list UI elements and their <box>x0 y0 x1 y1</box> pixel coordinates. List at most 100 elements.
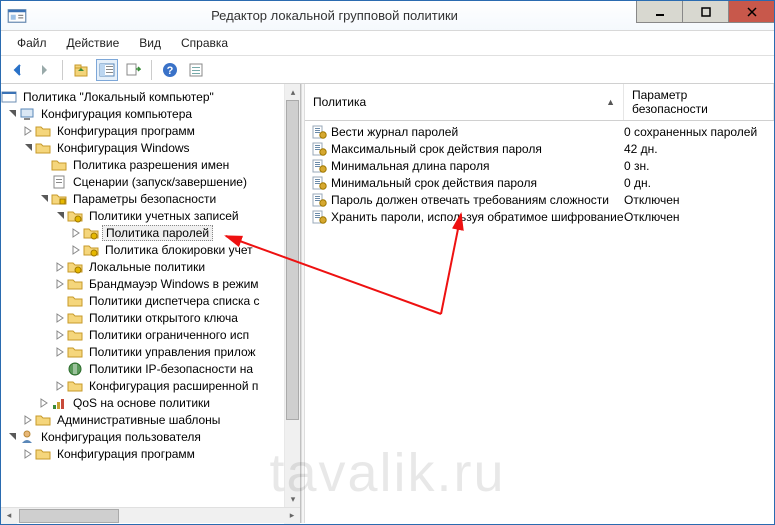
expander-icon[interactable] <box>37 396 51 410</box>
tree-label: Конфигурация Windows <box>54 141 193 155</box>
tree-label: Конфигурация компьютера <box>38 107 195 121</box>
cell-policy-name: Минимальная длина пароля <box>331 159 624 173</box>
tree-item-root[interactable]: Политика "Локальный компьютер" <box>1 88 284 105</box>
show-hide-tree-button[interactable] <box>96 59 118 81</box>
policy-item-icon <box>311 158 327 174</box>
menu-action[interactable]: Действие <box>57 34 130 52</box>
expander-icon[interactable] <box>37 192 51 206</box>
menu-file[interactable]: Файл <box>7 34 57 52</box>
column-header-param[interactable]: Параметр безопасности <box>624 84 774 120</box>
tree-item-restricted[interactable]: Политики ограниченного исп <box>1 326 284 343</box>
tree-label: Политика блокировки учет <box>102 243 256 257</box>
properties-button[interactable] <box>185 59 207 81</box>
tree-item-scripts[interactable]: Сценарии (запуск/завершение) <box>1 173 284 190</box>
tree-vertical-scrollbar[interactable]: ▴ ▾ <box>284 84 300 507</box>
cell-policy-name: Максимальный срок действия пароля <box>331 142 624 156</box>
toolbar-separator <box>151 60 152 80</box>
tree-item-qos[interactable]: QoS на основе политики <box>1 394 284 411</box>
policy-folder-icon <box>67 259 83 275</box>
tree-item-windows-config[interactable]: Конфигурация Windows <box>1 139 284 156</box>
expander-icon[interactable] <box>21 413 35 427</box>
user-icon <box>19 429 35 445</box>
column-header-policy[interactable]: Политика ▲ <box>305 84 624 120</box>
list-body[interactable]: Вести журнал паролей0 сохраненных пароле… <box>305 121 774 523</box>
tree-item-account-policies[interactable]: Политики учетных записей <box>1 207 284 224</box>
expander-icon[interactable] <box>21 141 35 155</box>
toolbar: ? <box>1 56 774 84</box>
list-row[interactable]: Хранить пароли, используя обратимое шифр… <box>305 208 774 225</box>
tree-item-name-res[interactable]: Политика разрешения имен <box>1 156 284 173</box>
expander-icon[interactable] <box>69 226 83 240</box>
expander-icon[interactable] <box>69 243 83 257</box>
ipsec-icon <box>67 361 83 377</box>
list-row[interactable]: Минимальный срок действия пароля0 дн. <box>305 174 774 191</box>
cell-policy-value: Отключен <box>624 193 768 207</box>
list-row[interactable]: Вести журнал паролей0 сохраненных пароле… <box>305 123 774 140</box>
menu-help[interactable]: Справка <box>171 34 238 52</box>
expander-icon[interactable] <box>53 209 67 223</box>
expander-icon[interactable] <box>5 107 19 121</box>
cell-policy-value: 42 дн. <box>624 142 768 156</box>
tree-item-firewall[interactable]: Брандмауэр Windows в режим <box>1 275 284 292</box>
forward-button[interactable] <box>33 59 55 81</box>
policy-item-icon <box>311 192 327 208</box>
folder-icon <box>35 123 51 139</box>
expander-icon[interactable] <box>53 345 67 359</box>
tree-item-advanced-audit[interactable]: Конфигурация расширенной п <box>1 377 284 394</box>
menu-view[interactable]: Вид <box>129 34 171 52</box>
tree-label: Политики открытого ключа <box>86 311 241 325</box>
minimize-button[interactable] <box>636 1 682 23</box>
tree-item-admin-templates[interactable]: Административные шаблоны <box>1 411 284 428</box>
tree-item-security-settings[interactable]: Параметры безопасности <box>1 190 284 207</box>
expander-icon[interactable] <box>53 277 67 291</box>
tree-label: Политики диспетчера списка с <box>86 294 263 308</box>
navigation-tree[interactable]: Политика "Локальный компьютер" Конфигура… <box>1 84 284 507</box>
list-panel: Политика ▲ Параметр безопасности Вести ж… <box>305 84 774 523</box>
up-button[interactable] <box>70 59 92 81</box>
expander-icon[interactable] <box>53 311 67 325</box>
svg-text:?: ? <box>167 65 174 77</box>
list-row[interactable]: Минимальная длина пароля0 зн. <box>305 157 774 174</box>
folder-icon <box>51 157 67 173</box>
tree-label: Политики учетных записей <box>86 209 242 223</box>
script-icon <box>51 174 67 190</box>
back-button[interactable] <box>7 59 29 81</box>
tree-label: Брандмауэр Windows в режим <box>86 277 262 291</box>
tree-label: Конфигурация программ <box>54 124 198 138</box>
qos-icon <box>51 395 67 411</box>
expander-icon[interactable] <box>21 124 35 138</box>
folder-icon <box>67 293 83 309</box>
expander-icon[interactable] <box>5 430 19 444</box>
tree-item-app-control[interactable]: Политики управления прилож <box>1 343 284 360</box>
tree-horizontal-scrollbar[interactable]: ◂ ▸ <box>1 507 300 523</box>
expander-icon[interactable] <box>53 328 67 342</box>
maximize-button[interactable] <box>682 1 728 23</box>
tree-item-password-policy[interactable]: Политика паролей <box>1 224 284 241</box>
expander-icon[interactable] <box>21 447 35 461</box>
tree-item-user-software-config[interactable]: Конфигурация программ <box>1 445 284 462</box>
expander-icon[interactable] <box>53 379 67 393</box>
list-row[interactable]: Пароль должен отвечать требованиям сложн… <box>305 191 774 208</box>
expander-icon[interactable] <box>53 260 67 274</box>
tree-label: Политики IP-безопасности на <box>86 362 256 376</box>
list-row[interactable]: Максимальный срок действия пароля42 дн. <box>305 140 774 157</box>
close-button[interactable] <box>728 1 774 23</box>
tree-label: Политики управления прилож <box>86 345 259 359</box>
tree-item-software-config[interactable]: Конфигурация программ <box>1 122 284 139</box>
folder-icon <box>35 412 51 428</box>
tree-item-netlist[interactable]: Политики диспетчера списка с <box>1 292 284 309</box>
cell-policy-name: Вести журнал паролей <box>331 125 624 139</box>
tree-item-local-policies[interactable]: Локальные политики <box>1 258 284 275</box>
export-list-button[interactable] <box>122 59 144 81</box>
policy-folder-icon <box>83 242 99 258</box>
tree-item-public-key[interactable]: Политики открытого ключа <box>1 309 284 326</box>
tree-label: Конфигурация пользователя <box>38 430 204 444</box>
tree-item-computer-config[interactable]: Конфигурация компьютера <box>1 105 284 122</box>
help-button[interactable]: ? <box>159 59 181 81</box>
tree-item-ipsec[interactable]: Политики IP-безопасности на <box>1 360 284 377</box>
tree-item-lockout-policy[interactable]: Политика блокировки учет <box>1 241 284 258</box>
tree-item-user-config[interactable]: Конфигурация пользователя <box>1 428 284 445</box>
folder-icon <box>67 378 83 394</box>
cell-policy-value: 0 зн. <box>624 159 768 173</box>
policy-item-icon <box>311 209 327 225</box>
